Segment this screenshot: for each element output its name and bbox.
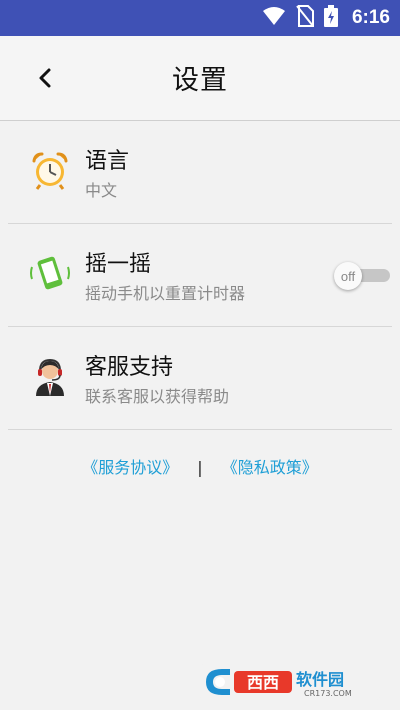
watermark-logo: 西西 软件园 CR173.COM — [200, 664, 380, 700]
toolbar: 设置 — [0, 36, 400, 121]
svg-text:软件园: 软件园 — [296, 670, 344, 689]
shake-title: 摇一摇 — [85, 252, 152, 277]
support-title: 客服支持 — [85, 355, 174, 380]
page-title: 设置 — [172, 65, 228, 96]
no-sim-icon — [296, 5, 314, 31]
support-description: 联系客服以获得帮助 — [85, 387, 230, 406]
shake-setting: 摇一摇 摇动手机以重置计时器 off — [8, 224, 392, 327]
battery-charging-icon — [323, 5, 338, 31]
language-setting[interactable]: 语言 中文 — [8, 121, 392, 224]
support-setting[interactable]: 客服支持 联系客服以获得帮助 — [8, 327, 392, 430]
status-bar: 6:16 — [0, 0, 400, 36]
svg-text:CR173.COM: CR173.COM — [304, 689, 352, 698]
svg-text:西西: 西西 — [247, 673, 279, 692]
language-value: 中文 — [85, 181, 118, 200]
status-time: 6:16 — [351, 7, 390, 28]
legal-links: 《服务协议》 | 《隐私政策》 — [0, 454, 400, 478]
settings-list: 语言 中文 摇一摇 摇动手机以重置计时器 off 客服支持 联系客服以获得帮助 — [0, 121, 400, 430]
customer-service-icon — [30, 356, 70, 396]
shake-phone-icon — [30, 253, 70, 293]
alarm-clock-icon — [30, 150, 70, 190]
shake-description: 摇动手机以重置计时器 — [85, 284, 246, 303]
link-separator: | — [197, 458, 203, 477]
status-icons: 6:16 — [262, 0, 390, 36]
language-title: 语言 — [85, 149, 130, 174]
privacy-policy-link[interactable]: 《隐私政策》 — [222, 458, 318, 477]
toggle-knob: off — [334, 262, 362, 290]
terms-of-service-link[interactable]: 《服务协议》 — [82, 458, 178, 477]
shake-toggle[interactable]: off — [332, 262, 392, 290]
wifi-icon — [262, 6, 286, 30]
